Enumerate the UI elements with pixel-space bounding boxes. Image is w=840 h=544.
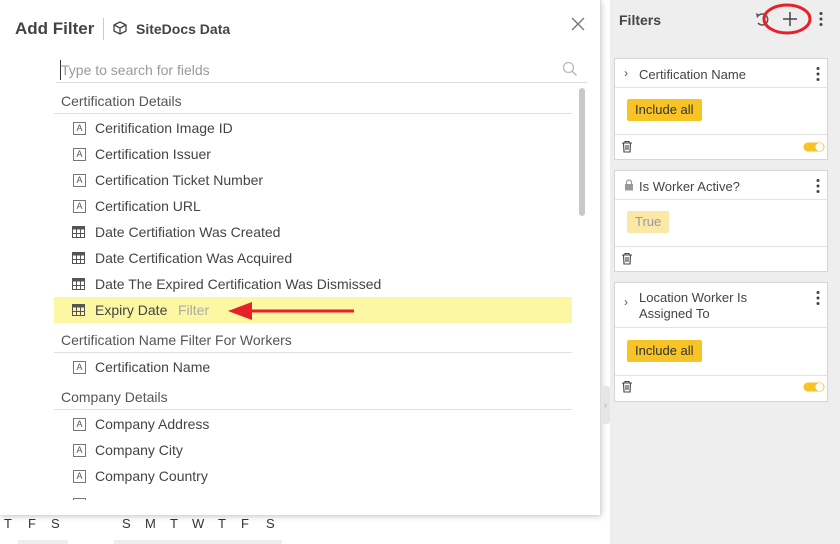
field-label: Certification URL — [95, 198, 201, 214]
card-divider — [615, 327, 827, 328]
field-label: Company Address — [95, 416, 210, 432]
field-label: Expiry Date — [95, 302, 168, 318]
panel-collapse-handle[interactable]: › — [601, 386, 610, 424]
group-header: Company Details — [54, 384, 572, 410]
text-field-icon: A — [73, 174, 86, 187]
calendar-weekday-row: T F S S M T W T F S — [0, 516, 600, 536]
field-item[interactable]: Date Certifiation Was Created — [54, 219, 572, 245]
text-field-icon: A — [73, 418, 86, 431]
field-label: Date Certification Was Acquired — [95, 250, 293, 266]
calendar-table-icon — [72, 304, 85, 316]
filter-card-title[interactable]: Location Worker Is Assigned To — [639, 290, 799, 322]
filter-card-title[interactable]: Certification Name — [639, 67, 799, 83]
field-item[interactable]: A Ceritification Image ID — [54, 115, 572, 141]
weekday-label: S — [51, 516, 60, 531]
filters-panel: Filters › Certification Name Include all — [610, 0, 840, 544]
card-divider — [615, 134, 827, 135]
add-filter-modal: Add Filter SiteDocs Data Certification D… — [0, 0, 601, 515]
modal-header: Add Filter SiteDocs Data — [0, 0, 600, 56]
filter-card-is-worker-active: Is Worker Active? True — [614, 170, 828, 272]
field-search — [56, 58, 587, 83]
card-menu-icon[interactable] — [815, 178, 821, 194]
text-field-icon: A — [73, 148, 86, 161]
field-item[interactable]: Date The Expired Certification Was Dismi… — [54, 271, 572, 297]
search-input[interactable] — [60, 60, 551, 80]
calendar-table-icon — [72, 226, 85, 238]
filter-toggle[interactable] — [803, 142, 825, 152]
calendar-cell — [18, 540, 68, 544]
field-item[interactable]: A Certification Issuer — [54, 141, 572, 167]
weekday-label: S — [266, 516, 275, 531]
filter-hint[interactable]: Filter — [178, 297, 209, 323]
field-label: Date Certifiation Was Created — [95, 224, 281, 240]
weekday-label: M — [145, 516, 156, 531]
weekday-label: S — [122, 516, 131, 531]
card-menu-icon[interactable] — [815, 66, 821, 82]
weekday-label: W — [192, 516, 205, 531]
field-label: Date The Expired Certification Was Dismi… — [95, 276, 382, 292]
weekday-label: T — [4, 516, 12, 531]
filter-value-chip: True — [627, 211, 670, 233]
field-label: Company Country — [95, 468, 208, 484]
weekday-label: T — [170, 516, 178, 531]
field-item[interactable]: Date Certification Was Acquired — [54, 245, 572, 271]
field-label: Certification Name — [95, 359, 211, 375]
field-item[interactable]: A Certification URL — [54, 193, 572, 219]
field-item[interactable]: A Certification Name — [54, 354, 572, 380]
filter-value-chip[interactable]: Include all — [627, 99, 702, 121]
chevron-right-icon[interactable]: › — [624, 66, 628, 80]
lock-icon — [625, 179, 633, 191]
filter-card-title[interactable]: Is Worker Active? — [639, 179, 799, 195]
panel-menu-icon[interactable] — [818, 11, 824, 27]
field-label: Company City — [95, 442, 183, 458]
search-icon[interactable] — [562, 61, 578, 77]
annotation-arrow — [228, 302, 354, 320]
filter-card-certification-name: › Certification Name Include all — [614, 58, 828, 160]
annotation-circle — [762, 3, 812, 35]
scrollbar-thumb[interactable] — [579, 88, 585, 216]
field-item[interactable]: A Company City — [54, 437, 572, 463]
field-item[interactable]: A Certification Ticket Number — [54, 167, 572, 193]
cube-icon — [113, 21, 127, 35]
field-list: Certification Details A Ceritification I… — [54, 88, 574, 500]
weekday-label: T — [218, 516, 226, 531]
close-icon[interactable] — [569, 15, 587, 33]
modal-title: Add Filter — [15, 19, 95, 38]
filter-value-chip[interactable]: Include all — [627, 340, 702, 362]
header-divider — [103, 18, 104, 40]
trash-icon[interactable] — [621, 380, 633, 393]
field-label: Ceritification Image ID — [95, 120, 233, 136]
calendar-cell — [114, 540, 282, 544]
group-header: Certification Details — [54, 88, 572, 114]
card-divider — [615, 199, 827, 200]
group-header: Certification Name Filter For Workers — [54, 327, 572, 353]
field-label: Certification Issuer — [95, 146, 211, 162]
panel-title: Filters — [619, 12, 662, 28]
calendar-table-icon — [72, 278, 85, 290]
card-divider — [615, 87, 827, 88]
card-divider — [615, 246, 827, 247]
datasource-name: SiteDocs Data — [136, 21, 231, 37]
card-divider — [615, 375, 827, 376]
field-label: Certification Ticket Number — [95, 172, 264, 188]
filter-toggle[interactable] — [803, 382, 825, 392]
weekday-label: F — [241, 516, 249, 531]
text-field-icon: A — [73, 122, 86, 135]
trash-icon[interactable] — [621, 140, 633, 153]
weekday-label: F — [28, 516, 36, 531]
text-field-icon — [73, 498, 86, 500]
calendar-table-icon — [72, 252, 85, 264]
field-item[interactable]: A Company Address — [54, 411, 572, 437]
text-field-icon: A — [73, 444, 86, 457]
trash-icon[interactable] — [621, 252, 633, 265]
chevron-right-icon[interactable]: › — [624, 295, 628, 309]
text-field-icon: A — [73, 200, 86, 213]
field-item[interactable] — [54, 491, 572, 500]
field-item[interactable]: A Company Country — [54, 463, 572, 489]
card-menu-icon[interactable] — [815, 290, 821, 306]
filter-card-location: › Location Worker Is Assigned To Include… — [614, 282, 828, 402]
text-field-icon: A — [73, 361, 86, 374]
text-field-icon: A — [73, 470, 86, 483]
